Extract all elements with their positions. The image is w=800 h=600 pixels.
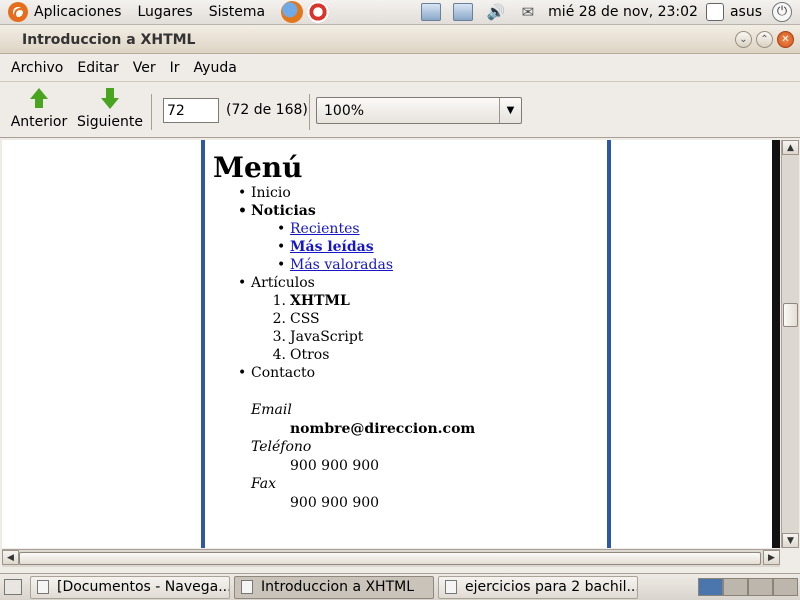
window-title: Introduccion a XHTML <box>22 31 196 48</box>
vertical-scroll-thumb[interactable] <box>783 303 798 327</box>
applications-menu[interactable]: Aplicaciones <box>34 4 121 20</box>
list-item-text: Otros <box>290 347 330 363</box>
workspace-4[interactable] <box>773 578 798 596</box>
task-label: [Documentos - Navega... <box>57 579 230 595</box>
workspace-3[interactable] <box>748 578 773 596</box>
list-number: 1. <box>272 293 286 309</box>
arrow-down-icon <box>99 88 121 110</box>
link-mas-leidas[interactable]: Más leídas <box>290 239 374 255</box>
ordered-list-item: 1. XHTML <box>273 292 605 310</box>
list-item: Más valoradas <box>277 256 605 274</box>
mail-icon[interactable]: ✉ <box>522 3 535 21</box>
list-number: 3. <box>272 329 286 345</box>
phone-value: 900 900 900 <box>290 458 380 474</box>
network-status-icon[interactable] <box>420 3 441 21</box>
previous-page-button[interactable]: Anterior <box>10 88 68 130</box>
toolbar-separator <box>309 94 310 130</box>
toolbar: Anterior Siguiente (72 de 168) 100% ▼ <box>0 81 800 138</box>
menu-ayuda[interactable]: Ayuda <box>194 60 237 76</box>
printer-status-icon[interactable] <box>452 3 473 21</box>
power-icon[interactable]: ⏻ <box>772 2 792 22</box>
ordered-list-item: 3. JavaScript <box>273 328 605 346</box>
scroll-left-icon[interactable]: ◀ <box>2 550 19 565</box>
document-view[interactable]: Menú Inicio Noticias Recientes Más leída… <box>2 140 772 548</box>
page-count: (72 de 168) <box>226 102 308 118</box>
fax-label: Fax <box>251 476 277 492</box>
task-label: Introduccion a XHTML <box>261 579 415 595</box>
list-number: 2. <box>272 311 286 327</box>
show-desktop-icon[interactable] <box>4 579 22 595</box>
page-heading: Menú <box>213 151 303 184</box>
menu-ir[interactable]: Ir <box>170 60 180 76</box>
system-menu[interactable]: Sistema <box>209 4 265 20</box>
minimize-icon[interactable]: ⌄ <box>735 31 752 48</box>
close-icon[interactable]: ✕ <box>777 31 794 48</box>
contact-definition-list: Email nombre@direccion.com Teléfono 900 … <box>251 401 605 512</box>
task-introduccion[interactable]: Introduccion a XHTML <box>234 575 434 599</box>
list-item: Contacto <box>238 364 605 382</box>
list-item: Más leídas <box>277 238 605 256</box>
email-label: Email <box>251 402 292 418</box>
menubar: Archivo Editar Ver Ir Ayuda <box>0 55 800 80</box>
horizontal-scrollbar[interactable]: ◀ ▶ <box>2 549 780 567</box>
list-item-text: CSS <box>290 311 320 327</box>
next-page-button[interactable]: Siguiente <box>77 88 143 130</box>
dropdown-arrow-icon[interactable]: ▼ <box>499 98 521 123</box>
task-documentos[interactable]: [Documentos - Navega... <box>30 575 230 599</box>
next-page-label: Siguiente <box>77 114 144 130</box>
list-item: Noticias <box>238 202 605 220</box>
window-titlebar[interactable]: Introduccion a XHTML ⌄ ⌃ ✕ <box>0 26 800 54</box>
arrow-up-icon <box>28 88 50 110</box>
list-number: 4. <box>272 347 286 363</box>
ordered-list-item: 2. CSS <box>273 310 605 328</box>
list-item-text: JavaScript <box>290 329 364 345</box>
scroll-up-icon[interactable]: ▲ <box>782 140 799 155</box>
scroll-right-icon[interactable]: ▶ <box>763 550 780 565</box>
list-item: Inicio <box>238 184 605 202</box>
window-controls: ⌄ ⌃ ✕ <box>731 31 794 48</box>
vertical-scrollbar[interactable]: ▲ ▼ <box>781 140 799 548</box>
list-item: Recientes <box>277 220 605 238</box>
task-label: ejercicios para 2 bachil... <box>465 579 638 595</box>
bottom-panel: [Documentos - Navega... Introduccion a X… <box>0 573 800 600</box>
fax-value: 900 900 900 <box>290 495 380 511</box>
help-launcher-icon[interactable] <box>307 1 330 23</box>
places-menu[interactable]: Lugares <box>137 4 192 20</box>
email-value: nombre@direccion.com <box>290 421 476 437</box>
list-item: Artículos <box>238 274 605 292</box>
document-icon <box>445 580 457 594</box>
zoom-value: 100% <box>324 103 365 119</box>
document-page: Menú Inicio Noticias Recientes Más leída… <box>201 140 611 548</box>
zoom-select[interactable]: 100% ▼ <box>316 97 522 124</box>
viewer-edge <box>772 140 780 548</box>
page-number-input[interactable] <box>163 98 219 123</box>
previous-page-label: Anterior <box>10 114 68 130</box>
menu-archivo[interactable]: Archivo <box>11 60 63 76</box>
user-name[interactable]: asus <box>730 4 762 20</box>
workspace-switcher <box>698 578 798 596</box>
link-recientes[interactable]: Recientes <box>290 221 360 237</box>
ordered-list-item: 4. Otros <box>273 346 605 364</box>
firefox-launcher-icon[interactable] <box>281 1 304 23</box>
panel-clock[interactable]: mié 28 de nov, 23:02 <box>548 4 698 20</box>
horizontal-scroll-thumb[interactable] <box>19 552 761 565</box>
task-ejercicios[interactable]: ejercicios para 2 bachil... <box>438 575 638 599</box>
toolbar-separator <box>151 94 152 130</box>
volume-icon[interactable]: 🔊 <box>487 3 506 21</box>
maximize-icon[interactable]: ⌃ <box>756 31 773 48</box>
workspace-2[interactable] <box>723 578 748 596</box>
list-item-text: XHTML <box>290 293 350 309</box>
user-icon[interactable] <box>705 3 724 21</box>
menu-editar[interactable]: Editar <box>77 60 118 76</box>
link-mas-valoradas[interactable]: Más valoradas <box>290 257 393 273</box>
menu-ver[interactable]: Ver <box>133 60 156 76</box>
phone-label: Teléfono <box>251 439 312 455</box>
scroll-down-icon[interactable]: ▼ <box>782 533 799 548</box>
document-viewer-icon <box>241 580 253 594</box>
workspace-1[interactable] <box>698 578 723 596</box>
top-panel: Aplicaciones Lugares Sistema 🔊 ✉ mié 28 … <box>0 0 800 25</box>
page-content: Menú Inicio Noticias Recientes Más leída… <box>213 152 605 512</box>
file-manager-icon <box>37 580 49 594</box>
ubuntu-logo-icon[interactable] <box>8 2 28 22</box>
